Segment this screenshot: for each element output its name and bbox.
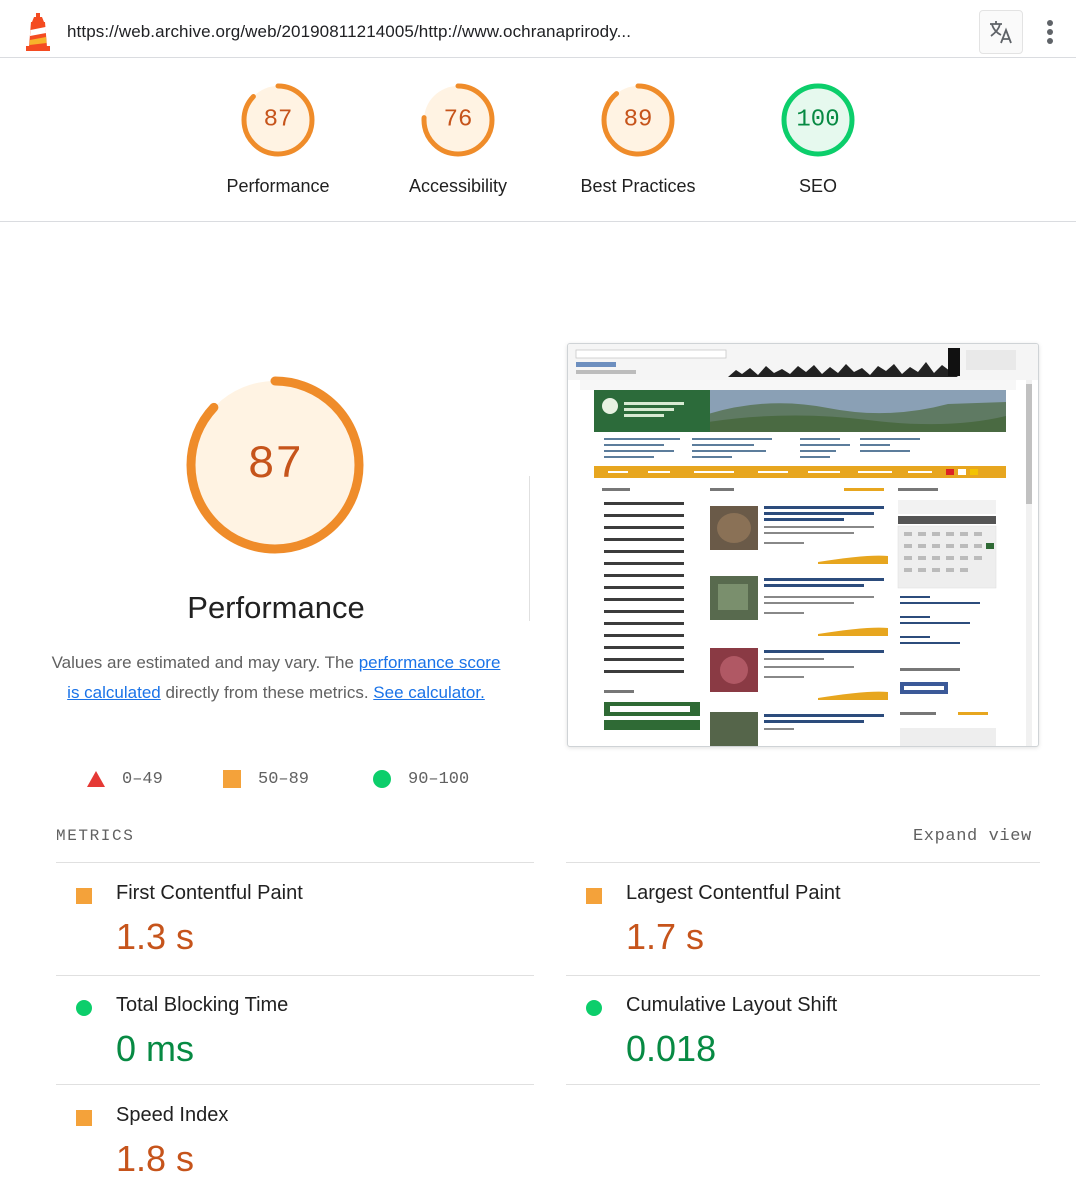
metric-name: First Contentful Paint	[116, 882, 303, 904]
metric-value: 1.7 s	[626, 916, 705, 957]
gauge-accessibility[interactable]: 76 Accessibility	[368, 78, 548, 197]
translate-icon	[990, 21, 1012, 44]
pass-circle-icon	[76, 1000, 92, 1016]
metric-name: Total Blocking Time	[116, 994, 289, 1016]
triangle-icon	[87, 771, 105, 787]
pass-circle-icon	[586, 1000, 602, 1016]
final-screenshot[interactable]	[567, 343, 1039, 747]
see-calculator-link[interactable]: See calculator.	[373, 683, 485, 702]
gauge-performance-ring: 87	[241, 83, 315, 157]
page-url: https://web.archive.org/web/201908112140…	[67, 22, 632, 41]
metric-value: 1.8 s	[116, 1138, 195, 1179]
legend-average-range: 50–89	[258, 769, 310, 789]
gauge-accessibility-label: Accessibility	[408, 176, 508, 196]
legend-fail: 0–49	[86, 766, 163, 792]
metrics-divider	[566, 975, 1040, 976]
gauge-seo-label: SEO	[798, 176, 837, 196]
metrics-divider	[56, 862, 534, 863]
gauge-score: 100	[796, 107, 839, 134]
metric-largest-contentful-paint: Largest Contentful Paint 1.7 s	[586, 882, 1026, 962]
gauge-seo-ring: 100	[781, 83, 855, 157]
metrics-divider	[56, 975, 534, 976]
metrics-header: METRICS	[56, 827, 135, 845]
metric-name: Speed Index	[116, 1104, 229, 1126]
metric-speed-index: Speed Index 1.8 s	[76, 1104, 516, 1184]
average-square-icon	[586, 888, 602, 904]
gauge-best-practices-ring: 89	[601, 83, 675, 157]
gauge-best-practices[interactable]: 89 Best Practices	[548, 78, 728, 197]
performance-title: Performance	[187, 590, 365, 625]
gauge-score: 87	[247, 439, 302, 491]
metrics-divider	[566, 1084, 1040, 1085]
gauge-score: 76	[444, 107, 473, 134]
gauge-score: 89	[624, 107, 653, 134]
performance-gauge-large: 87	[186, 376, 364, 554]
circle-icon	[373, 770, 391, 788]
translate-button[interactable]	[979, 10, 1023, 54]
metric-total-blocking-time: Total Blocking Time 0 ms	[76, 994, 516, 1074]
more-options-icon[interactable]	[1038, 14, 1062, 50]
metric-value: 0.018	[626, 1028, 717, 1069]
metrics-divider	[56, 1084, 534, 1085]
lighthouse-icon	[22, 13, 54, 51]
column-divider	[529, 476, 530, 621]
desc-text-1: Values are estimated and may vary. The	[51, 653, 359, 672]
gauge-best-practices-label: Best Practices	[580, 176, 696, 196]
gauge-accessibility-ring: 76	[421, 83, 495, 157]
average-square-icon	[76, 1110, 92, 1126]
gauge-performance-label: Performance	[226, 176, 330, 196]
desc-text-2: directly from these metrics.	[160, 683, 374, 702]
metric-value: 1.3 s	[116, 916, 195, 957]
legend-fail-range: 0–49	[122, 769, 163, 789]
metric-cumulative-layout-shift: Cumulative Layout Shift 0.018	[586, 994, 1026, 1074]
gauge-score: 87	[264, 107, 293, 134]
metric-first-contentful-paint: First Contentful Paint 1.3 s	[76, 882, 516, 962]
gauge-seo[interactable]: 100 SEO	[728, 78, 908, 197]
metric-name: Largest Contentful Paint	[626, 882, 841, 904]
metric-value: 0 ms	[116, 1028, 195, 1069]
expand-view-toggle[interactable]: Expand view	[913, 827, 1032, 846]
category-gauges: 87 Performance 76 Accessibility 89 Best …	[0, 58, 1076, 222]
gauge-performance[interactable]: 87 Performance	[188, 78, 368, 197]
average-square-icon	[76, 888, 92, 904]
metric-name: Cumulative Layout Shift	[626, 994, 838, 1016]
performance-description: Values are estimated and may vary. The p…	[48, 648, 504, 708]
metrics-divider	[566, 862, 1040, 863]
legend-pass: 90–100	[372, 766, 469, 792]
legend-pass-range: 90–100	[408, 769, 470, 789]
page-screenshot-image	[568, 344, 1038, 746]
square-icon	[223, 770, 241, 788]
legend-average: 50–89	[222, 766, 309, 792]
top-bar: https://web.archive.org/web/201908112140…	[0, 0, 1076, 58]
